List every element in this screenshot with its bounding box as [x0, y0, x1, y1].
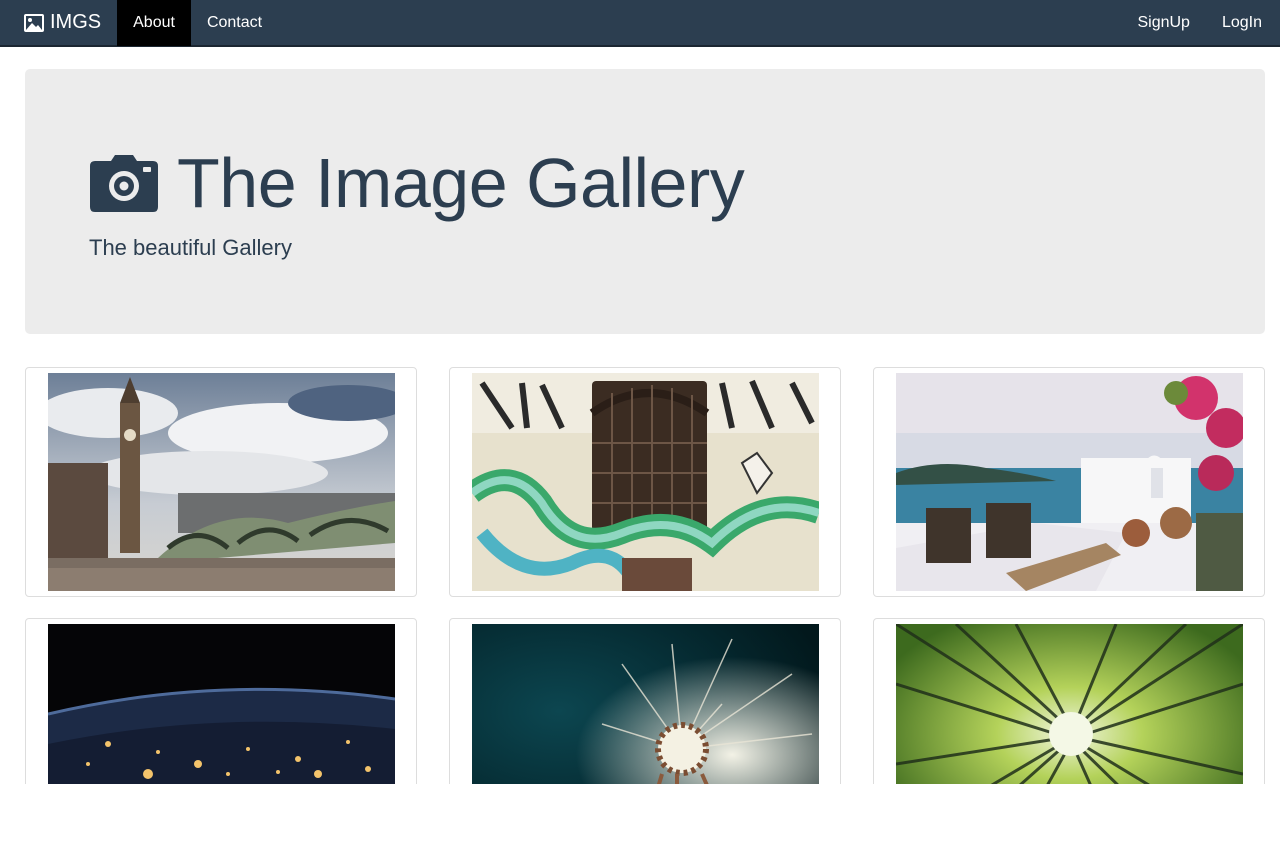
page-subtitle: The beautiful Gallery — [89, 235, 292, 260]
earth-photo — [48, 624, 395, 784]
hero-banner: The Image Gallery The beautiful Gallery — [25, 69, 1265, 334]
image-icon — [24, 13, 44, 32]
nav-about[interactable]: About — [117, 0, 191, 46]
gallery-item-earth[interactable] — [25, 618, 417, 784]
camera-icon — [90, 155, 158, 212]
gallery-item-bamboo[interactable] — [873, 618, 1265, 784]
gallery-item-graffiti[interactable] — [449, 367, 841, 597]
image-gallery — [25, 367, 1265, 784]
brand-label: IMGS — [50, 11, 102, 33]
graffiti-photo — [472, 373, 819, 591]
nav-login[interactable]: LogIn — [1206, 0, 1280, 46]
gallery-item-dandelion[interactable] — [449, 618, 841, 784]
title-text: The Image Gallery — [177, 144, 745, 222]
bamboo-photo — [896, 624, 1243, 784]
gallery-item-santorini[interactable] — [873, 367, 1265, 597]
santorini-photo — [896, 373, 1243, 591]
brand-link[interactable]: IMGS — [0, 0, 117, 45]
page-title: The Image Gallery — [89, 143, 745, 223]
nav-contact[interactable]: Contact — [191, 0, 278, 46]
top-navbar: IMGS About Contact SignUp LogIn — [0, 0, 1280, 47]
dandelion-photo — [472, 624, 819, 784]
london-photo — [48, 373, 395, 591]
gallery-item-london[interactable] — [25, 367, 417, 597]
nav-signup[interactable]: SignUp — [1121, 0, 1205, 46]
